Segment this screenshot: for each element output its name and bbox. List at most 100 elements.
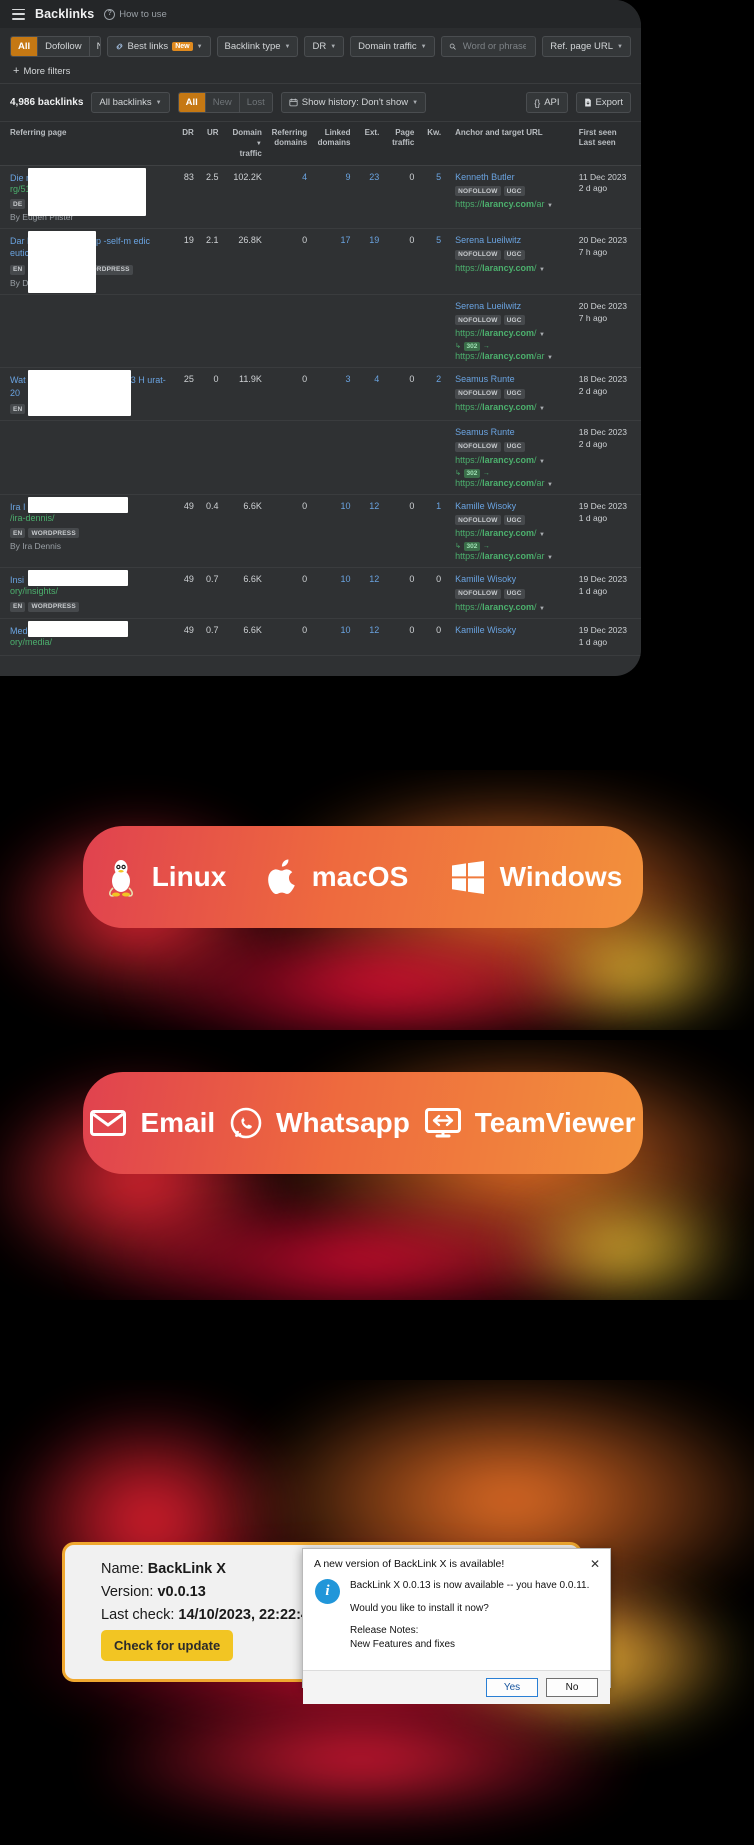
cell-ext[interactable]: 12 xyxy=(354,567,384,619)
backlink-type-filter[interactable]: Backlink type ▼ xyxy=(216,36,299,57)
cell-ext[interactable] xyxy=(354,294,384,369)
table-row[interactable]: Wat Hindi Fug Online HD be 23 H urat-20E… xyxy=(0,367,641,422)
cell-ext[interactable]: 4 xyxy=(354,367,384,422)
target-url[interactable]: https://larancy.com/ ▼ xyxy=(455,402,565,412)
target-url[interactable]: https://larancy.com/ ▼ xyxy=(455,455,565,465)
table-row[interactable]: Die nken zur . | Spierg/5159DEWORDPRESSB… xyxy=(0,165,641,230)
filter-dofollow[interactable]: Dofollow xyxy=(38,37,90,56)
export-button[interactable]: Export xyxy=(575,92,631,113)
table-row[interactable]: Serena Lueilwitz NOFOLLOW UGC https://laran… xyxy=(0,294,641,369)
cell-kw[interactable]: 5 xyxy=(418,228,446,295)
redirect-row[interactable]: ↳ 302 → https://larancy.com/ar ▼ xyxy=(455,467,565,488)
cell-ext[interactable]: 12 xyxy=(354,618,384,656)
table-row[interactable]: Insi ory/insights/EN WORDPRESS 49 0.7 6.6K 0 10… xyxy=(0,567,641,619)
cell-linked-domains[interactable]: 9 xyxy=(311,165,355,230)
col-anchor-target[interactable]: Anchor and target URL xyxy=(445,122,569,166)
cell-referring-page[interactable]: Ira I/ira-dennis/EN WORDPRESS By Ira Denni… xyxy=(0,494,174,569)
contact-teamviewer[interactable]: TeamViewer xyxy=(424,1107,636,1139)
anchor-text[interactable]: Kenneth Butler xyxy=(455,172,565,182)
cell-anchor-target[interactable]: Serena Lueilwitz NOFOLLOW UGC https://laran… xyxy=(445,294,569,369)
referring-page-url[interactable]: /ira-dennis/ xyxy=(10,513,169,523)
table-row[interactable]: Med ory/media/49 0.7 6.6K 0 10 12 0 0 Kamille Wis… xyxy=(0,618,641,656)
anchor-text[interactable]: Seamus Runte xyxy=(455,374,565,384)
col-referring-domains[interactable]: Referring domains xyxy=(265,122,312,166)
status-all[interactable]: All xyxy=(178,93,206,112)
anchor-text[interactable]: Kamille Wisoky xyxy=(455,574,565,584)
cell-kw[interactable] xyxy=(418,420,446,495)
cell-referring-page[interactable]: Die nken zur . | Spierg/5159DEWORDPRESSB… xyxy=(0,165,174,230)
col-ext[interactable]: Ext. xyxy=(354,122,384,166)
api-button[interactable]: {} API xyxy=(526,92,568,113)
col-ur[interactable]: UR xyxy=(197,122,223,166)
referring-page-url[interactable]: ory/media/ xyxy=(10,637,169,647)
os-linux[interactable]: Linux xyxy=(104,857,226,897)
scope-dropdown[interactable]: All backlinks ▼ xyxy=(91,92,170,113)
yes-button[interactable]: Yes xyxy=(486,1678,538,1697)
anchor-text[interactable]: Serena Lueilwitz xyxy=(455,301,565,311)
cell-referring-domains[interactable] xyxy=(265,294,312,369)
cell-anchor-target[interactable]: Kamille Wisoky NOFOLLOW UGC https://larancy… xyxy=(445,567,569,619)
show-history-dropdown[interactable]: Show history: Don't show ▼ xyxy=(280,92,427,113)
anchor-text[interactable]: Seamus Runte xyxy=(455,427,565,437)
cell-ext[interactable]: 19 xyxy=(354,228,384,295)
cell-linked-domains[interactable] xyxy=(311,420,355,495)
anchor-text[interactable]: Serena Lueilwitz xyxy=(455,235,565,245)
target-url[interactable]: https://larancy.com/ ▼ xyxy=(455,328,565,338)
best-links-filter[interactable]: Best links New ▼ xyxy=(106,36,211,57)
cell-kw[interactable]: 0 xyxy=(418,618,446,656)
filter-all[interactable]: All xyxy=(11,37,39,56)
domain-traffic-filter[interactable]: Domain traffic ▼ xyxy=(350,36,435,57)
cell-referring-page[interactable]: Insi ory/insights/EN WORDPRESS xyxy=(0,567,174,619)
target-url[interactable]: https://larancy.com/ar ▼ xyxy=(455,199,565,209)
table-row[interactable]: Ira I/ira-dennis/EN WORDPRESS By Ira Denni… xyxy=(0,494,641,569)
status-new[interactable]: New xyxy=(205,93,240,112)
col-domain-traffic[interactable]: Domain ▼ traffic xyxy=(222,122,266,166)
cell-kw[interactable]: 5 xyxy=(418,165,446,230)
more-filters-button[interactable]: + More filters xyxy=(13,65,631,77)
cell-referring-page[interactable] xyxy=(0,420,174,495)
dr-filter[interactable]: DR ▼ xyxy=(304,36,345,57)
cell-ext[interactable]: 23 xyxy=(354,165,384,230)
target-url[interactable]: https://larancy.com/ ▼ xyxy=(455,602,565,612)
cell-linked-domains[interactable]: 17 xyxy=(311,228,355,295)
search-input[interactable] xyxy=(460,40,529,53)
os-macos[interactable]: macOS xyxy=(267,859,408,895)
cell-referring-domains[interactable]: 0 xyxy=(265,228,312,295)
cell-anchor-target[interactable]: Serena Lueilwitz NOFOLLOW UGC https://laran… xyxy=(445,228,569,295)
cell-referring-page[interactable]: Med ory/media/ xyxy=(0,618,174,656)
cell-referring-domains[interactable]: 4 xyxy=(265,165,312,230)
col-first-last-seen[interactable]: First seen Last seen xyxy=(568,122,641,166)
close-icon[interactable]: ✕ xyxy=(590,1558,600,1570)
cell-ext[interactable]: 12 xyxy=(354,494,384,569)
table-row[interactable]: Dar Best Pha Med http -self-m edic eutic… xyxy=(0,228,641,295)
cell-anchor-target[interactable]: Seamus Runte NOFOLLOW UGC https://larancy.c… xyxy=(445,367,569,422)
col-dr[interactable]: DR xyxy=(173,122,198,166)
cell-referring-domains[interactable]: 0 xyxy=(265,367,312,422)
redirect-row[interactable]: ↳ 302 → https://larancy.com/ar ▼ xyxy=(455,540,565,561)
cell-ext[interactable] xyxy=(354,420,384,495)
cell-anchor-target[interactable]: Kenneth Butler NOFOLLOW UGC https://larancy… xyxy=(445,165,569,230)
col-kw[interactable]: Kw. xyxy=(418,122,446,166)
cell-referring-page[interactable]: Dar Best Pha Med http -self-m edic eutic… xyxy=(0,228,174,295)
contact-whatsapp[interactable]: Whatsapp xyxy=(230,1107,410,1139)
cell-linked-domains[interactable]: 10 xyxy=(311,567,355,619)
cell-linked-domains[interactable]: 10 xyxy=(311,618,355,656)
status-lost[interactable]: Lost xyxy=(239,93,272,112)
table-row[interactable]: Seamus Runte NOFOLLOW UGC https://larancy.c… xyxy=(0,420,641,495)
cell-kw[interactable]: 1 xyxy=(418,494,446,569)
follow-type-segmented[interactable]: All Dofollow Nofollow▼ xyxy=(10,36,101,57)
cell-anchor-target[interactable]: Kamille Wisoky NOFOLLOW UGC https://larancy… xyxy=(445,494,569,569)
how-to-use-link[interactable]: ? How to use xyxy=(104,8,167,20)
cell-referring-page[interactable]: Wat Hindi Fug Online HD be 23 H urat-20E… xyxy=(0,367,174,422)
target-url[interactable]: https://larancy.com/ ▼ xyxy=(455,528,565,538)
anchor-text[interactable]: Kamille Wisoky xyxy=(455,625,565,635)
target-url[interactable]: https://larancy.com/ ▼ xyxy=(455,263,565,273)
cell-anchor-target[interactable]: Seamus Runte NOFOLLOW UGC https://larancy.c… xyxy=(445,420,569,495)
anchor-text[interactable]: Kamille Wisoky xyxy=(455,501,565,511)
col-referring-page[interactable]: Referring page xyxy=(0,122,174,166)
hamburger-icon[interactable] xyxy=(12,8,25,20)
cell-linked-domains[interactable]: 3 xyxy=(311,367,355,422)
search-field[interactable] xyxy=(440,36,537,57)
status-segmented[interactable]: All New Lost xyxy=(177,92,273,113)
col-page-traffic[interactable]: Page traffic xyxy=(383,122,419,166)
